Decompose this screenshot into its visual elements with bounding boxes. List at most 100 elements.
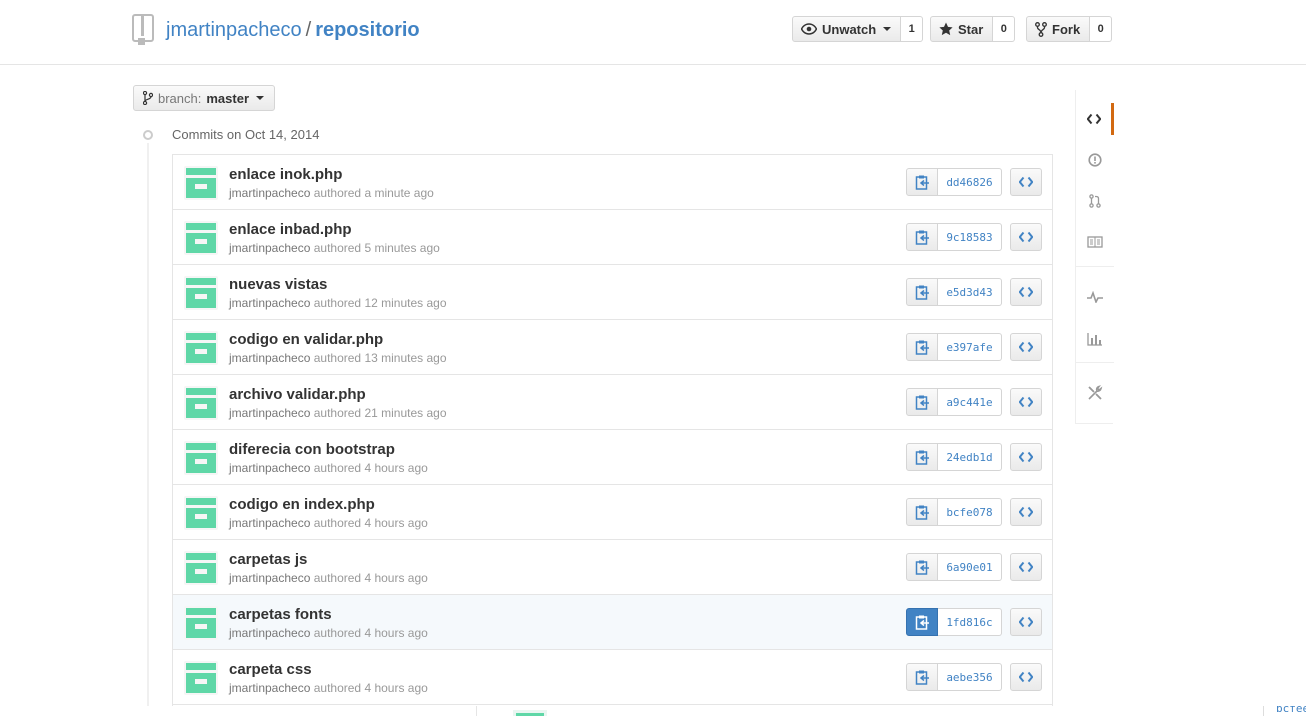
copy-sha-button[interactable] <box>906 388 938 416</box>
commit-sha-link[interactable]: dd46826 <box>938 168 1002 196</box>
commit-meta: jmartinpacheco authored 4 hours ago <box>229 681 428 695</box>
unwatch-button[interactable]: Unwatch <box>792 16 902 42</box>
avatar[interactable] <box>184 221 218 255</box>
commit-sha-link[interactable]: bcfee <box>1276 706 1306 715</box>
browse-code-button[interactable] <box>1010 333 1042 361</box>
copy-sha-button[interactable] <box>906 333 938 361</box>
commit-author-link[interactable]: jmartinpacheco <box>229 351 310 365</box>
commit-sha-group: 24edb1d <box>906 443 1002 471</box>
browse-code-button[interactable] <box>1010 443 1042 471</box>
commit-author-link[interactable]: jmartinpacheco <box>229 681 310 695</box>
commit-author-link[interactable]: jmartinpacheco <box>229 406 310 420</box>
commit-time: 21 minutes ago <box>364 406 447 420</box>
commit-author-link[interactable]: jmartinpacheco <box>229 516 310 530</box>
commit-message-link[interactable]: diferecia con bootstrap <box>229 441 395 458</box>
code-icon <box>1019 341 1033 353</box>
browse-code-button[interactable] <box>1010 223 1042 251</box>
sidenav-settings[interactable] <box>1076 377 1114 409</box>
copy-sha-button[interactable] <box>906 278 938 306</box>
identicon-icon <box>186 498 216 528</box>
commit-message-link[interactable]: carpetas fonts <box>229 606 332 623</box>
commit-group-date: Oct 14, 2014 <box>244 127 320 142</box>
forks-count[interactable]: 0 <box>1090 16 1113 42</box>
fork-button[interactable]: Fork <box>1026 16 1091 42</box>
clipboard-icon <box>915 670 929 685</box>
commit-message-link[interactable]: enlace inbad.php <box>229 221 352 238</box>
commit-time: 4 hours ago <box>364 516 428 530</box>
commit-author-link[interactable]: jmartinpacheco <box>229 296 310 310</box>
clipboard-icon <box>915 230 929 245</box>
commit-sha-link[interactable]: 6a90e01 <box>938 553 1002 581</box>
commit-message-link[interactable]: archivo validar.php <box>229 386 366 403</box>
star-icon <box>939 22 953 36</box>
avatar[interactable] <box>184 606 218 640</box>
sidenav-pull-requests[interactable] <box>1076 185 1114 217</box>
commit-sha-link[interactable]: 9c18583 <box>938 223 1002 251</box>
avatar[interactable] <box>184 166 218 200</box>
commit-message-link[interactable]: codigo en index.php <box>229 496 375 513</box>
watchers-count[interactable]: 1 <box>901 16 924 42</box>
sidenav-pulse[interactable] <box>1076 281 1114 313</box>
clipboard-icon <box>915 615 929 630</box>
commit-message-link[interactable]: nuevas vistas <box>229 276 327 293</box>
commit-message-link[interactable]: carpeta css <box>229 661 312 678</box>
avatar[interactable] <box>184 441 218 475</box>
browse-code-button[interactable] <box>1010 168 1042 196</box>
commit-sha-link[interactable]: e5d3d43 <box>938 278 1002 306</box>
sidenav-wiki[interactable] <box>1076 226 1114 258</box>
browse-code-button[interactable] <box>1010 278 1042 306</box>
clipboard-icon <box>915 560 929 575</box>
commit-time: 5 minutes ago <box>364 241 440 255</box>
copy-sha-button[interactable] <box>906 608 938 636</box>
star-button[interactable]: Star <box>930 16 994 42</box>
sidenav-issues[interactable] <box>1076 144 1114 176</box>
eye-icon <box>801 23 817 35</box>
commit-sha-link[interactable]: 1fd816c <box>938 608 1002 636</box>
commit-group-prefix: Commits on <box>172 127 242 142</box>
commit-authored-label: authored <box>313 351 362 365</box>
avatar[interactable] <box>184 386 218 420</box>
commit-time: 4 hours ago <box>364 626 428 640</box>
commit-message-link[interactable]: codigo en validar.php <box>229 331 383 348</box>
copy-sha-button[interactable] <box>906 663 938 691</box>
commit-author-link[interactable]: jmartinpacheco <box>229 626 310 640</box>
branch-select-button[interactable]: branch: master <box>133 85 276 111</box>
copy-sha-button[interactable] <box>1238 706 1264 716</box>
avatar[interactable] <box>184 551 218 585</box>
avatar[interactable] <box>184 331 218 365</box>
stargazers-count[interactable]: 0 <box>993 16 1016 42</box>
browse-code-button[interactable] <box>1010 388 1042 416</box>
avatar[interactable] <box>184 661 218 695</box>
avatar[interactable] <box>184 276 218 310</box>
repo-owner-link[interactable]: jmartinpacheco <box>166 19 302 41</box>
commit-author-link[interactable]: jmartinpacheco <box>229 186 310 200</box>
commit-sha-link[interactable]: 24edb1d <box>938 443 1002 471</box>
fork-group: Fork 0 <box>1026 16 1113 42</box>
divider <box>1076 266 1114 267</box>
commit-author-link[interactable]: jmartinpacheco <box>229 571 310 585</box>
commit-sha-link[interactable]: a9c441e <box>938 388 1002 416</box>
branch-label: branch: <box>158 90 202 106</box>
commit-author-link[interactable]: jmartinpacheco <box>229 241 310 255</box>
avatar[interactable] <box>184 496 218 530</box>
browse-code-button[interactable] <box>1010 663 1042 691</box>
commit-message-link[interactable]: carpetas js <box>229 551 307 568</box>
copy-sha-button[interactable] <box>906 498 938 526</box>
commit-sha-link[interactable]: e397afe <box>938 333 1002 361</box>
browse-code-button[interactable] <box>1010 608 1042 636</box>
repo-name-link[interactable]: repositorio <box>315 19 419 41</box>
browse-code-button[interactable] <box>1010 553 1042 581</box>
copy-sha-button[interactable] <box>906 443 938 471</box>
commit-author-link[interactable]: jmartinpacheco <box>229 461 310 475</box>
code-icon <box>1086 113 1101 125</box>
commit-sha-link[interactable]: bcfe078 <box>938 498 1002 526</box>
sidenav-code[interactable] <box>1076 103 1114 135</box>
commit-message-link[interactable]: enlace inok.php <box>229 166 342 183</box>
copy-sha-button[interactable] <box>906 223 938 251</box>
copy-sha-button[interactable] <box>906 553 938 581</box>
browse-code-button[interactable] <box>1010 498 1042 526</box>
settings-icon <box>1088 385 1103 400</box>
commit-sha-link[interactable]: aebe356 <box>938 663 1002 691</box>
copy-sha-button[interactable] <box>906 168 938 196</box>
sidenav-graphs[interactable] <box>1076 323 1114 355</box>
